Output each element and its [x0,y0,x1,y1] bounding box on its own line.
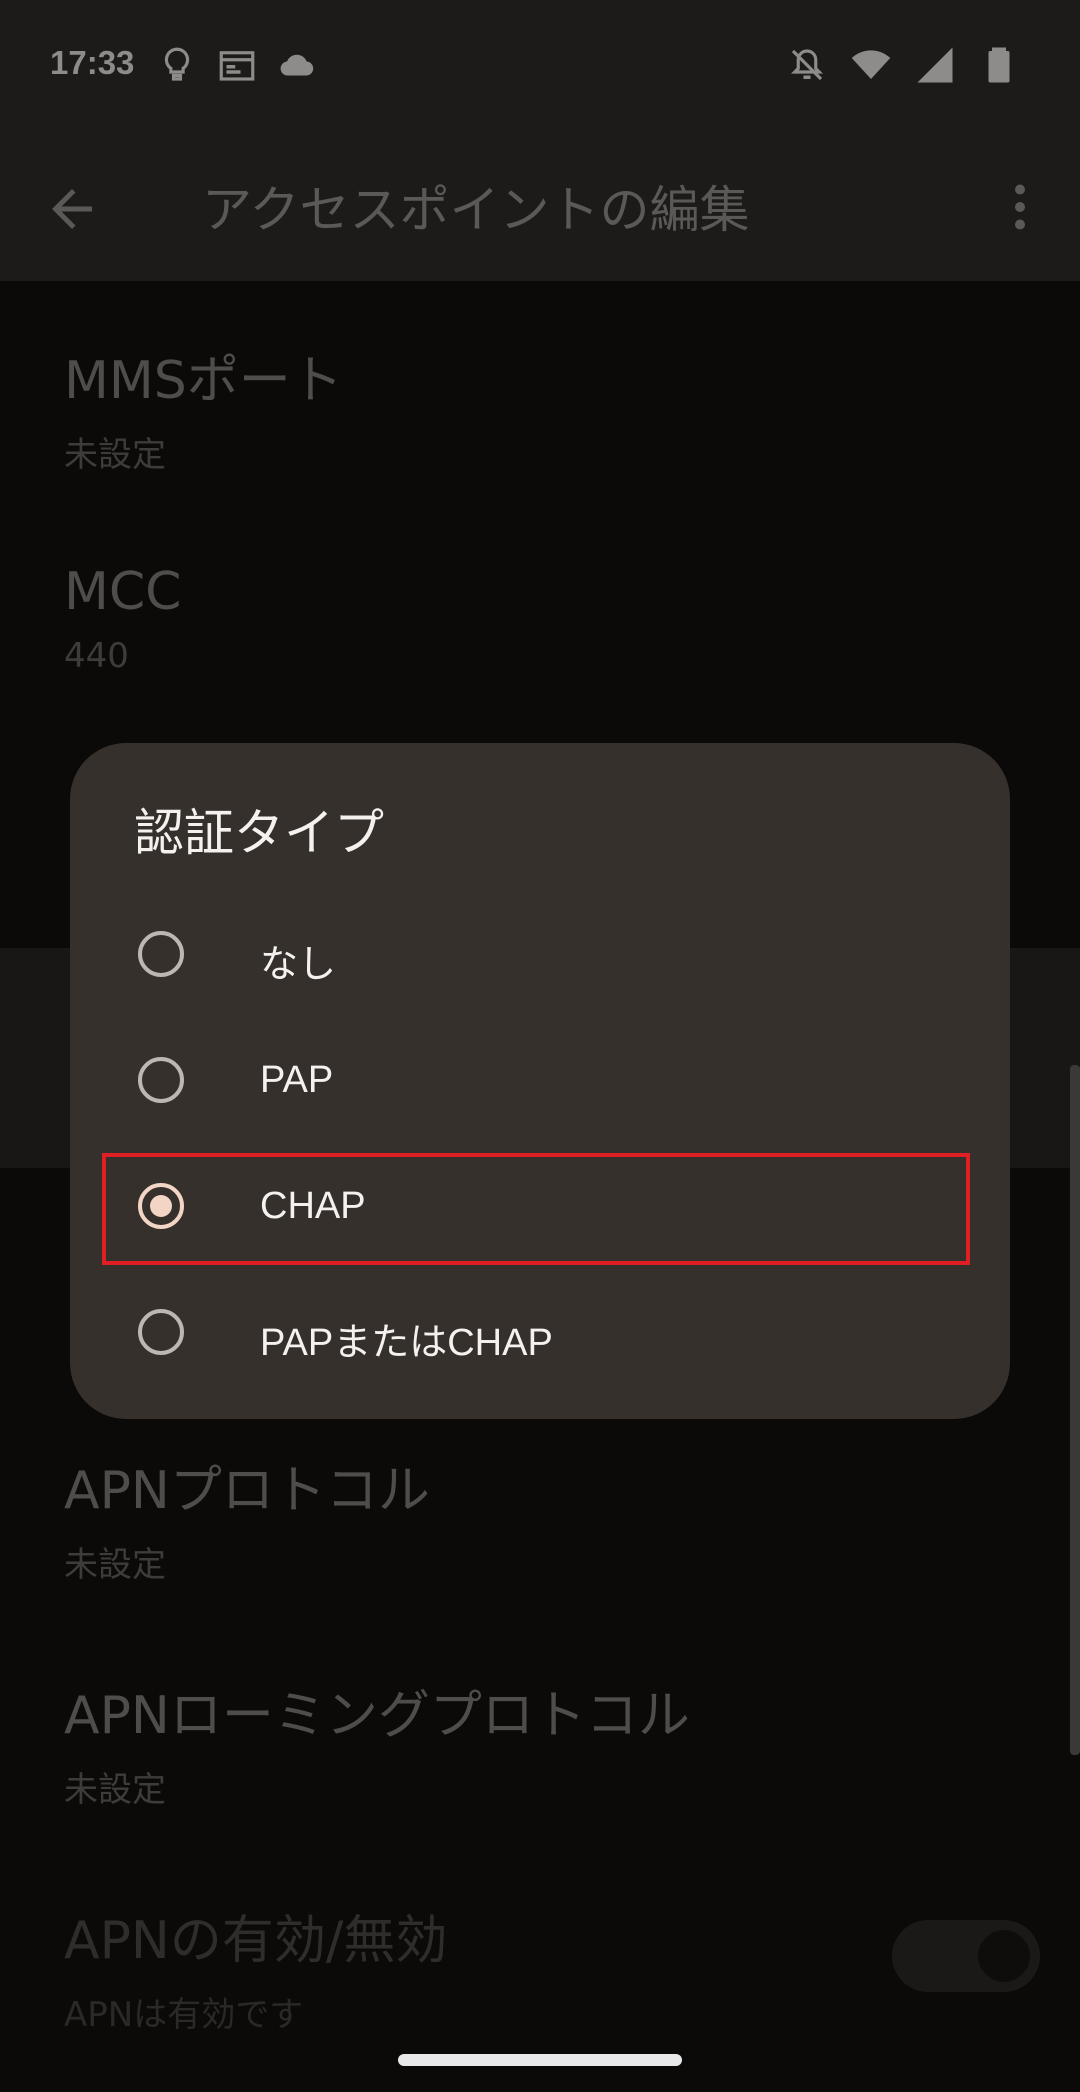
calendar-icon [219,51,255,81]
option-pap[interactable]: PAP [70,1027,1010,1139]
pref-summary: 未設定 [64,1770,166,1810]
page-title: アクセスポイントの編集 [202,181,750,239]
option-none[interactable]: なし [70,901,1010,1013]
dialog-title: 認証タイプ [134,804,384,862]
apn-enable-toggle[interactable] [892,1920,1040,1992]
option-label: なし [260,942,337,986]
auth-type-dialog: 認証タイプ なし PAP CHAP PAPまたはCHAP [70,743,1010,1419]
radio-button[interactable] [138,931,184,977]
screen: 17:33 アクセスポイントの編集 MMSポート 未設定 MCC 440 APN… [0,0,1080,2092]
pref-title: MMSポート [64,351,343,411]
radio-button[interactable] [138,1309,184,1355]
option-label: PAP [260,1059,334,1101]
pref-summary: 未設定 [64,435,166,475]
status-bar: 17:33 [0,0,1080,135]
option-label: PAPまたはCHAP [260,1322,553,1364]
signal-icon [917,47,953,83]
pref-title: MCC [64,562,182,622]
pref-summary: 440 [64,636,129,676]
option-label: CHAP [260,1185,366,1227]
option-pap-or-chap[interactable]: PAPまたはCHAP [70,1279,1010,1391]
more-vert-icon[interactable] [990,177,1050,237]
selection-outline [102,1153,970,1265]
lightbulb-icon [164,47,190,81]
gesture-nav-handle[interactable] [398,2054,682,2066]
pref-summary: APNは有効です [64,1995,304,2035]
pref-item-apn-protocol[interactable]: APNプロトコル 未設定 [64,1448,430,1586]
pref-item-mms-port[interactable]: MMSポート 未設定 [64,338,343,476]
cloud-icon [280,54,314,76]
battery-icon [988,47,1010,83]
notifications-off-icon [790,49,824,81]
pref-title: APNローミングプロトコル [64,1686,690,1746]
arrow-back-icon[interactable] [42,179,102,239]
status-time: 17:33 [50,44,135,81]
wifi-icon [851,50,891,79]
radio-button-checked[interactable] [138,1183,184,1229]
toggle-knob [978,1930,1030,1982]
pref-title: APNプロトコル [64,1461,430,1521]
pref-title: APNの有効/無効 [64,1911,448,1971]
pref-summary: 未設定 [64,1545,166,1585]
pref-item-apn-enable[interactable]: APNの有効/無効 APNは有効です [64,1898,447,2036]
pref-item-apn-roaming-protocol[interactable]: APNローミングプロトコル 未設定 [64,1673,690,1811]
radio-button[interactable] [138,1057,184,1103]
option-chap[interactable]: CHAP [70,1153,1010,1265]
pref-item-mcc[interactable]: MCC 440 [64,562,181,676]
scrollbar[interactable] [1070,1065,1080,1755]
toolbar: アクセスポイントの編集 [0,135,1080,281]
